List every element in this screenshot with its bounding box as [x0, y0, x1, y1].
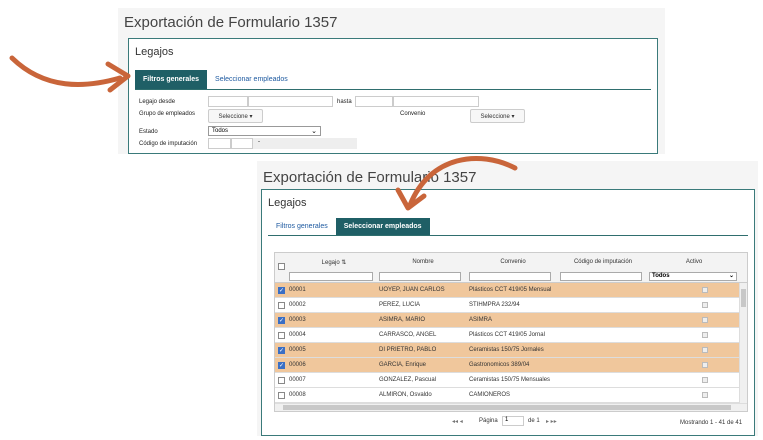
convenio-cell: Plásticos CCT 419/05 Mensual: [469, 287, 552, 293]
tab-seleccionar-empleados-2[interactable]: Seleccionar empleados: [335, 218, 430, 235]
chevron-down-icon: ⌄: [311, 128, 317, 135]
nombre-cell: ALMIRON, Osvaldo: [379, 392, 432, 398]
arrow-1-icon: [9, 55, 131, 93]
legajo-cell: 00001: [289, 287, 306, 293]
records-count: Mostrando 1 - 41 de 41: [680, 420, 743, 426]
table-row[interactable]: ✓ 00006 GARCIA, Enrique Gastronomicos 389/0…: [275, 358, 741, 373]
nombre-cell: GARCIA, Enrique: [379, 362, 427, 368]
activo-checkbox: [702, 392, 708, 398]
codigo-imputacion-input-2[interactable]: [231, 138, 253, 149]
convenio-select-button[interactable]: Seleccione ▾: [470, 109, 525, 123]
nombre-cell: ASIMRA, MARIO: [379, 317, 426, 323]
table-row[interactable]: ✓ 00003 ASIMRA, MARIO ASIMRA: [275, 313, 741, 328]
table-row[interactable]: 00007 GONZALEZ, Pascual Ceramistas 150/75 …: [275, 373, 741, 388]
grupo-empleados-label: Grupo de empleados: [139, 111, 196, 117]
nombre-cell: PEREZ, LUCIA: [379, 302, 421, 308]
tab-filtros-generales-2[interactable]: Filtros generales: [268, 218, 336, 235]
chevron-down-icon: ⌄: [728, 273, 734, 279]
tab-bar: Filtros generales Seleccionar empleados: [135, 70, 651, 90]
filtros-screenshot: Exportación de Formulario 1357 Legajos F…: [118, 8, 665, 154]
row-checkbox[interactable]: [278, 302, 285, 309]
estado-select[interactable]: Todos ⌄: [208, 126, 321, 136]
codigo-imputacion-desc: -: [253, 138, 357, 149]
convenio-cell: Gastronomicos 389/04: [469, 362, 530, 368]
legajo-filter-input[interactable]: [289, 272, 373, 281]
grid-header: Legajo ⇅ Nombre Convenio Código de imput…: [275, 253, 747, 283]
page-title: Exportación de Formulario 1357: [124, 14, 338, 31]
convenio-cell: Ceramistas 150/75 Jornales: [469, 347, 544, 353]
col-legajo[interactable]: Legajo ⇅: [289, 259, 379, 266]
pager-prev[interactable]: ◂◂ ◂: [452, 418, 463, 425]
legajos-panel: Legajos Filtros generales Seleccionar em…: [128, 38, 658, 154]
convenio-cell: Ceramistas 150/75 Mensuales: [469, 377, 551, 383]
convenio-filter-input[interactable]: [469, 272, 551, 281]
convenio-cell: CAMIONEROS: [469, 392, 511, 398]
convenio-cell: ASIMRA: [469, 317, 493, 323]
legajo-hasta-code-input[interactable]: [355, 96, 393, 107]
convenio-label: Convenio: [400, 111, 426, 117]
legajo-desde-code-input[interactable]: [208, 96, 248, 107]
pager-pagina-label: Página: [479, 418, 498, 424]
legajo-cell: 00008: [289, 392, 306, 398]
nombre-cell: UOYEP, JUAN CARLOS: [379, 287, 445, 293]
activo-checkbox: [702, 332, 708, 338]
legajo-cell: 00003: [289, 317, 306, 323]
pager-total: de 1: [528, 418, 540, 424]
activo-checkbox: [702, 287, 708, 293]
activo-checkbox: [702, 317, 708, 323]
legajo-cell: 00002: [289, 302, 306, 308]
activo-checkbox: [702, 347, 708, 353]
table-row[interactable]: ✓ 00005 DI PRIETRO, PABLO Ceramistas 150/75…: [275, 343, 741, 358]
nombre-filter-input[interactable]: [379, 272, 461, 281]
select-all-checkbox[interactable]: [278, 263, 285, 270]
tab-bar-2: Filtros generales Seleccionar empleados: [268, 218, 748, 236]
table-row[interactable]: 00008 ALMIRON, Osvaldo CAMIONEROS: [275, 388, 741, 403]
convenio-cell: Plásticos CCT 419/05 Jornal: [469, 332, 545, 338]
codigo-filter-input[interactable]: [560, 272, 642, 281]
nombre-cell: DI PRIETRO, PABLO: [379, 347, 437, 353]
legajo-cell: 00004: [289, 332, 306, 338]
legajo-cell: 00007: [289, 377, 306, 383]
arrow-2-icon: [395, 155, 518, 211]
activo-checkbox: [702, 362, 708, 368]
tab-seleccionar-empleados[interactable]: Seleccionar empleados: [207, 70, 296, 89]
legajos-panel-2: Legajos Filtros generales Seleccionar em…: [261, 189, 755, 436]
nombre-cell: GONZALEZ, Pascual: [379, 377, 437, 383]
horizontal-scrollbar[interactable]: [275, 403, 747, 411]
empleados-grid: Legajo ⇅ Nombre Convenio Código de imput…: [274, 252, 748, 412]
table-row[interactable]: ✓ 00001 UOYEP, JUAN CARLOS Plásticos CCT 41…: [275, 283, 741, 298]
codigo-imputacion-input-1[interactable]: [208, 138, 231, 149]
row-checkbox[interactable]: [278, 332, 285, 339]
row-checkbox[interactable]: ✓: [278, 347, 285, 354]
grupo-select-button[interactable]: Seleccione ▾: [208, 109, 263, 123]
codigo-imputacion-label: Código de imputación: [139, 141, 198, 147]
row-checkbox[interactable]: ✓: [278, 362, 285, 369]
col-activo[interactable]: Activo: [649, 259, 739, 265]
activo-filter-select[interactable]: Todos ⌄: [649, 272, 737, 281]
legajo-desde-name-input[interactable]: [248, 96, 333, 107]
hasta-label: hasta: [337, 99, 352, 105]
row-checkbox[interactable]: [278, 392, 285, 399]
col-codigo-imputacion[interactable]: Código de imputación: [558, 259, 648, 265]
convenio-cell: STIHMPRA 232/94: [469, 302, 520, 308]
pager-next[interactable]: ▸ ▸▸: [546, 418, 557, 425]
activo-checkbox: [702, 302, 708, 308]
legajo-cell: 00005: [289, 347, 306, 353]
legajo-hasta-name-input[interactable]: [393, 96, 479, 107]
page-number-input[interactable]: 1: [502, 416, 524, 426]
col-nombre[interactable]: Nombre: [379, 259, 467, 265]
panel-title-2: Legajos: [268, 197, 307, 209]
row-checkbox[interactable]: [278, 377, 285, 384]
vertical-scrollbar[interactable]: [739, 283, 747, 403]
estado-label: Estado: [139, 129, 158, 135]
table-row[interactable]: 00002 PEREZ, LUCIA STIHMPRA 232/94: [275, 298, 741, 313]
row-checkbox[interactable]: ✓: [278, 287, 285, 294]
activo-checkbox: [702, 377, 708, 383]
nombre-cell: CARRASCO, ANGEL: [379, 332, 437, 338]
legajo-cell: 00006: [289, 362, 306, 368]
table-row[interactable]: 00004 CARRASCO, ANGEL Plásticos CCT 419/05…: [275, 328, 741, 343]
col-convenio[interactable]: Convenio: [468, 259, 558, 265]
row-checkbox[interactable]: ✓: [278, 317, 285, 324]
